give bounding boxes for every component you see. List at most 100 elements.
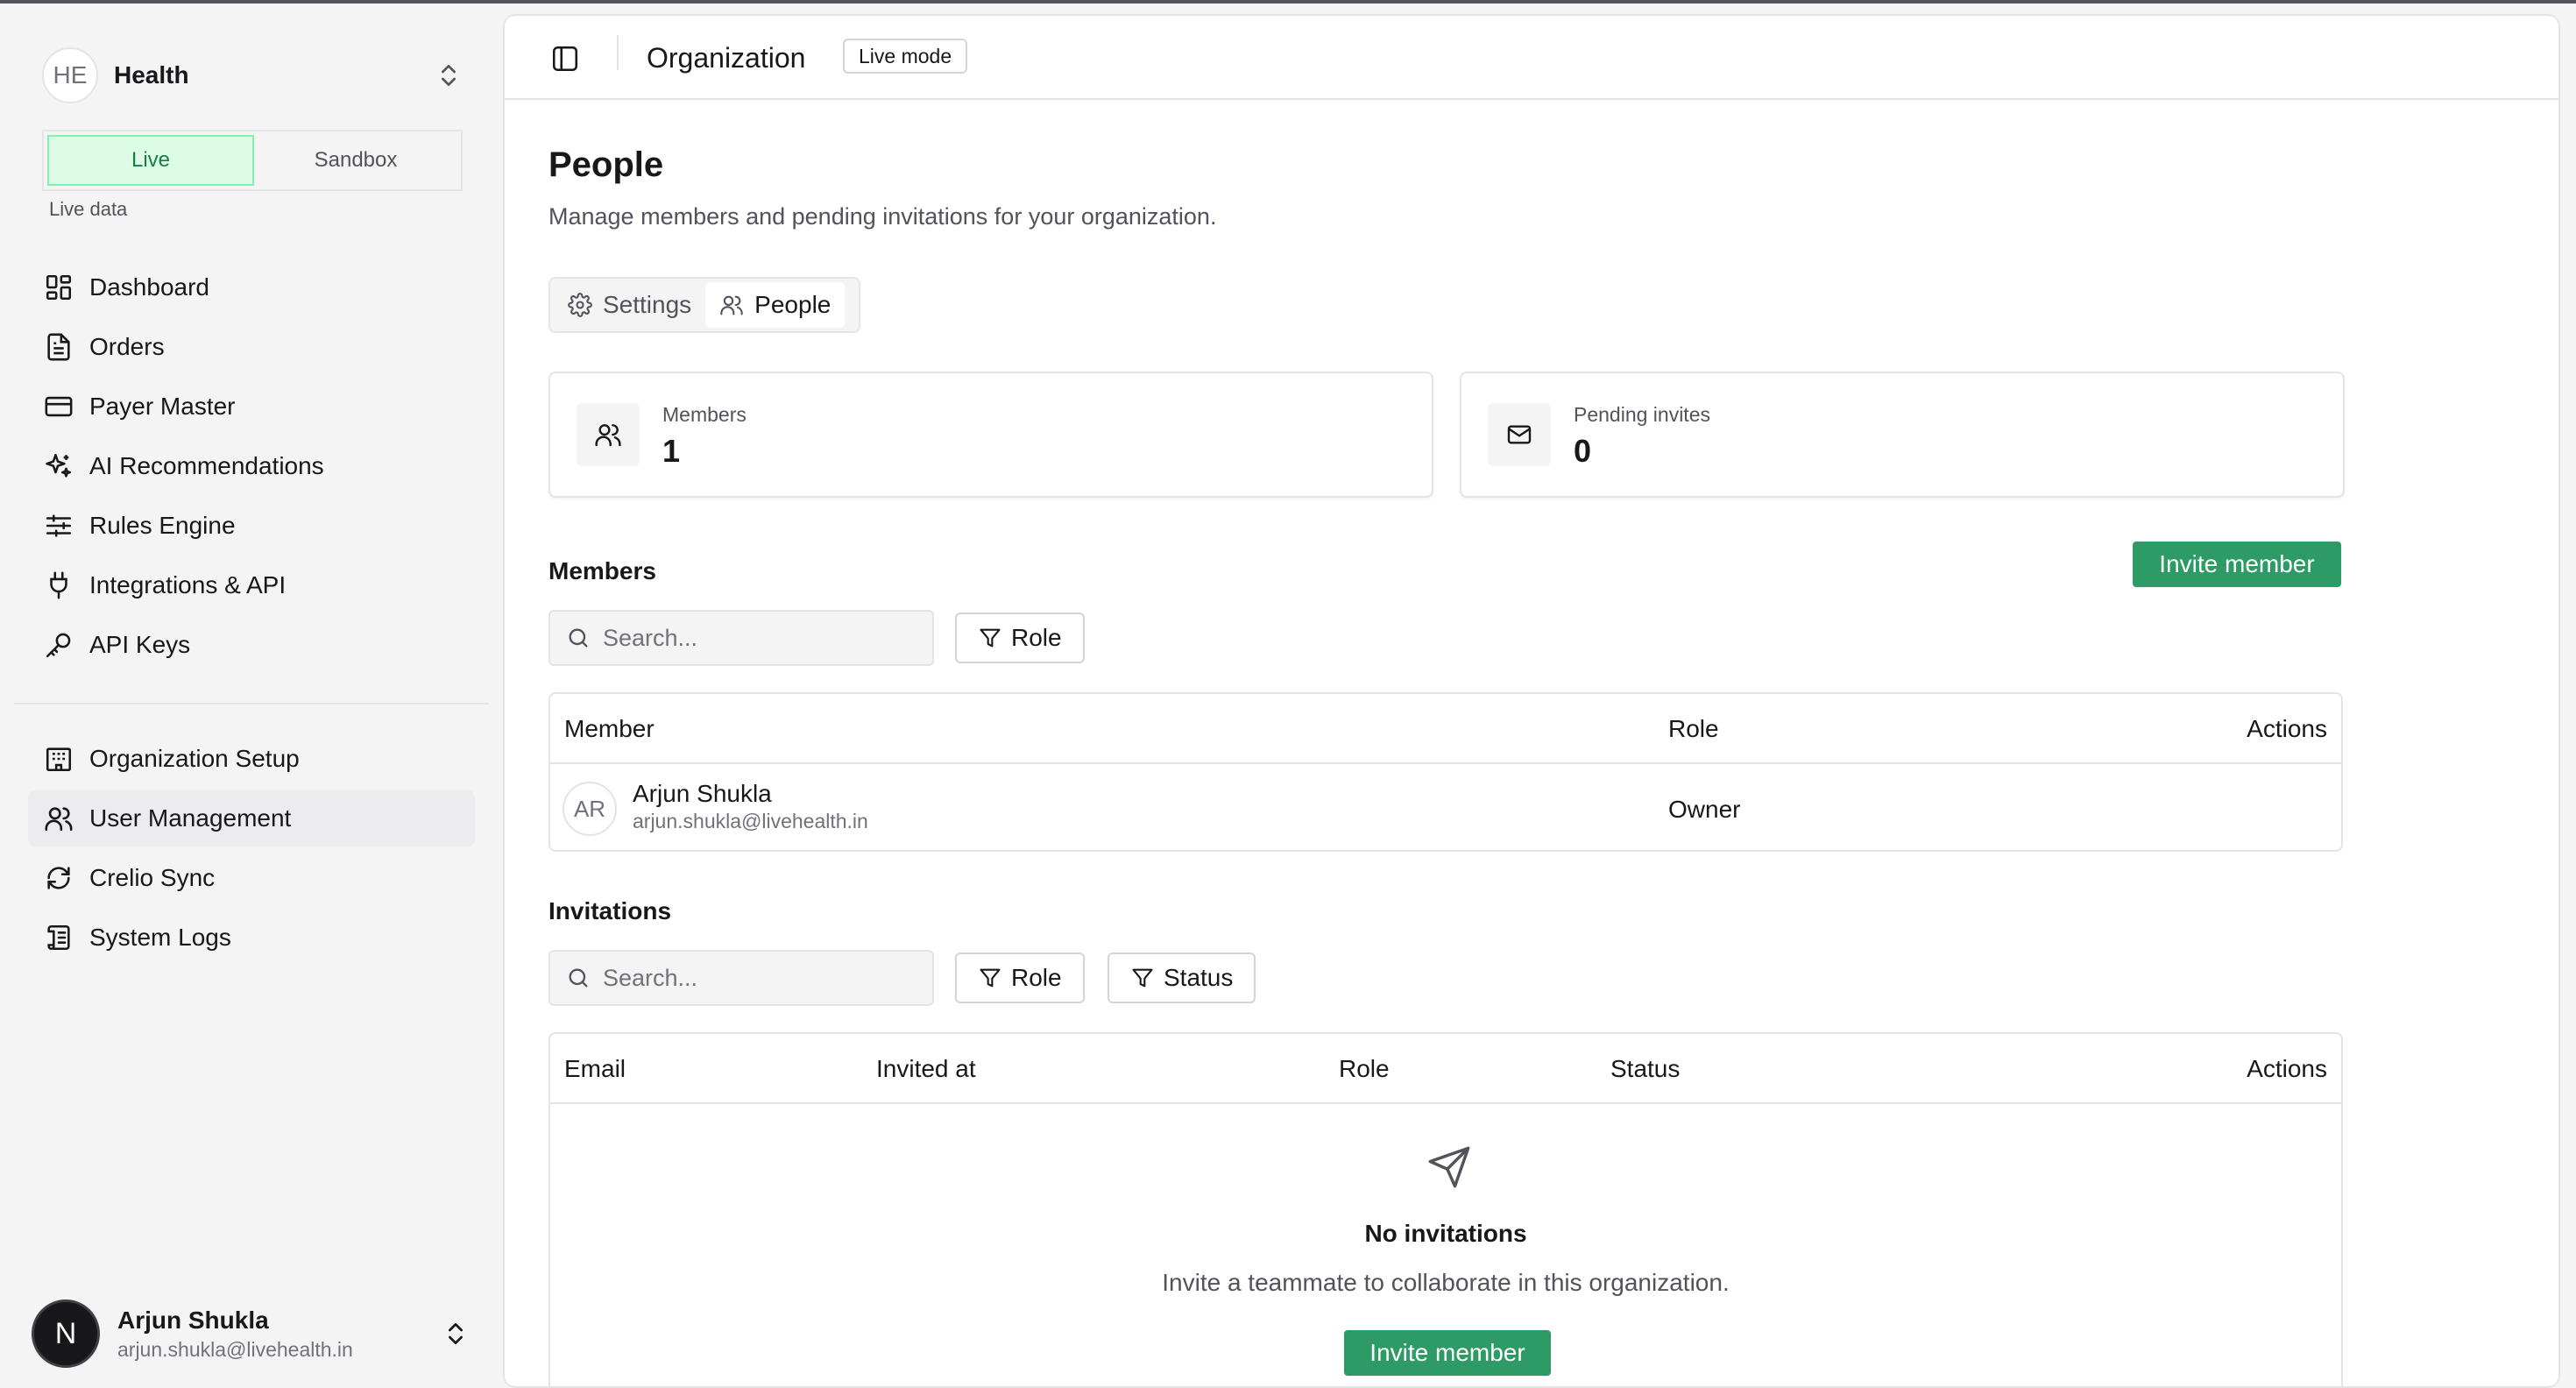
stat-label: Members	[662, 403, 747, 426]
table-header: Member Role Actions	[550, 694, 2341, 764]
tab-people[interactable]: People	[705, 282, 846, 328]
key-icon	[44, 630, 74, 660]
user-menu[interactable]: N Arjun Shukla arjun.shukla@livehealth.i…	[32, 1297, 470, 1370]
column-actions: Actions	[2247, 715, 2327, 742]
invitations-title: Invitations	[548, 897, 672, 924]
page-title: People	[548, 145, 664, 184]
filter-icon	[1132, 968, 1153, 988]
invite-member-button[interactable]: Invite member	[2133, 542, 2341, 587]
status-filter-button[interactable]: Status	[1108, 952, 1256, 1003]
nav-label: Orders	[89, 333, 165, 360]
nav-item-system-logs[interactable]: System Logs	[28, 910, 475, 966]
column-role: Role	[1339, 1055, 1390, 1082]
org-name: Health	[114, 61, 189, 89]
nav-item-orders[interactable]: Orders	[28, 319, 475, 375]
empty-state: No invitations Invite a teammate to coll…	[550, 1104, 2341, 1386]
table-row: AR Arjun Shukla arjun.shukla@livehealth.…	[550, 764, 2341, 850]
column-role: Role	[1668, 715, 1719, 742]
stat-card-pending-invites: Pending invites 0	[1460, 372, 2345, 498]
nav-item-user-management[interactable]: User Management	[28, 790, 475, 846]
users-icon	[595, 424, 621, 447]
breadcrumb: Organization	[647, 42, 806, 74]
column-status: Status	[1610, 1055, 1681, 1082]
members-search	[548, 610, 934, 666]
nav-item-integrations[interactable]: Integrations & API	[28, 557, 475, 613]
file-icon	[44, 332, 74, 362]
user-name: Arjun Shukla	[117, 1306, 269, 1334]
search-input[interactable]	[603, 964, 918, 992]
search-input[interactable]	[603, 624, 918, 652]
page-description: Manage members and pending invitations f…	[548, 203, 1217, 230]
search-icon	[569, 628, 588, 648]
nav-label: AI Recommendations	[89, 452, 324, 479]
mode-toggle: Live Sandbox	[42, 130, 463, 191]
refresh-icon	[44, 863, 74, 893]
stat-card-members: Members 1	[548, 372, 1433, 498]
avatar: N	[32, 1299, 100, 1368]
admin-nav: Organization Setup User Management Creli…	[28, 731, 475, 969]
gear-icon	[568, 293, 592, 317]
sliders-icon	[44, 511, 74, 541]
mode-sandbox-button[interactable]: Sandbox	[254, 135, 457, 186]
nav-label: Payer Master	[89, 393, 236, 420]
mail-icon	[1507, 425, 1532, 444]
sidebar: HE Health Live Sandbox Live data Dashboa…	[0, 4, 503, 1388]
nav-label: Dashboard	[89, 273, 209, 301]
chevrons-up-down-icon	[442, 65, 456, 86]
stat-value: 0	[1574, 433, 1592, 469]
role-filter-button[interactable]: Role	[955, 952, 1085, 1003]
credit-card-icon	[44, 392, 74, 421]
filter-label: Status	[1164, 964, 1234, 991]
member-email: arjun.shukla@livehealth.in	[633, 810, 868, 832]
invitations-table: Email Invited at Role Status Actions No …	[548, 1032, 2343, 1386]
filter-icon	[980, 628, 1001, 648]
nav-item-ai-recommendations[interactable]: AI Recommendations	[28, 438, 475, 494]
org-avatar: HE	[42, 47, 98, 103]
sparkles-icon	[44, 451, 74, 481]
sidebar-toggle-icon[interactable]	[550, 44, 580, 74]
nav-label: System Logs	[89, 924, 231, 951]
nav-item-dashboard[interactable]: Dashboard	[28, 259, 475, 315]
search-icon	[569, 968, 588, 988]
scroll-icon	[44, 923, 74, 952]
nav-item-rules-engine[interactable]: Rules Engine	[28, 498, 475, 554]
building-icon	[44, 744, 74, 774]
topbar-separator	[617, 35, 619, 70]
users-icon	[44, 804, 74, 833]
member-role: Owner	[1668, 796, 1741, 823]
nav-item-api-keys[interactable]: API Keys	[28, 617, 475, 673]
plug-icon	[44, 570, 74, 600]
column-member: Member	[564, 715, 655, 742]
role-filter-button[interactable]: Role	[955, 613, 1085, 663]
status-badge: Live mode	[843, 39, 968, 74]
invite-member-button[interactable]: Invite member	[1344, 1330, 1551, 1376]
mode-live-button[interactable]: Live	[47, 135, 254, 186]
nav-item-organization-setup[interactable]: Organization Setup	[28, 731, 475, 787]
members-title: Members	[548, 557, 656, 584]
empty-description: Invite a teammate to collaborate in this…	[1162, 1269, 1730, 1296]
stat-icon-box	[1488, 403, 1551, 466]
nav-label: Integrations & API	[89, 571, 287, 598]
avatar: AR	[563, 782, 617, 836]
main-nav: Dashboard Orders Payer Master AI Recomme…	[28, 259, 475, 676]
tab-settings[interactable]: Settings	[554, 282, 705, 328]
column-invited-at: Invited at	[876, 1055, 976, 1082]
mode-caption: Live data	[49, 198, 128, 220]
main-panel: Organization Live mode People Manage mem…	[503, 14, 2560, 1388]
send-icon	[1428, 1146, 1470, 1188]
nav-item-payer-master[interactable]: Payer Master	[28, 379, 475, 435]
column-actions: Actions	[2247, 1055, 2327, 1082]
filter-label: Role	[1011, 624, 1062, 651]
users-icon	[720, 295, 743, 315]
topbar: Organization Live mode	[505, 16, 2558, 100]
nav-item-crelio-sync[interactable]: Crelio Sync	[28, 850, 475, 906]
nav-label: Rules Engine	[89, 512, 236, 539]
tab-label: People	[754, 291, 832, 318]
org-switcher[interactable]: HE Health	[42, 47, 463, 103]
empty-title: No invitations	[1364, 1220, 1527, 1247]
filter-icon	[980, 968, 1001, 988]
filter-label: Role	[1011, 964, 1062, 991]
tab-bar: Settings People	[548, 277, 860, 333]
invitations-search	[548, 950, 934, 1006]
dashboard-icon	[44, 273, 74, 302]
